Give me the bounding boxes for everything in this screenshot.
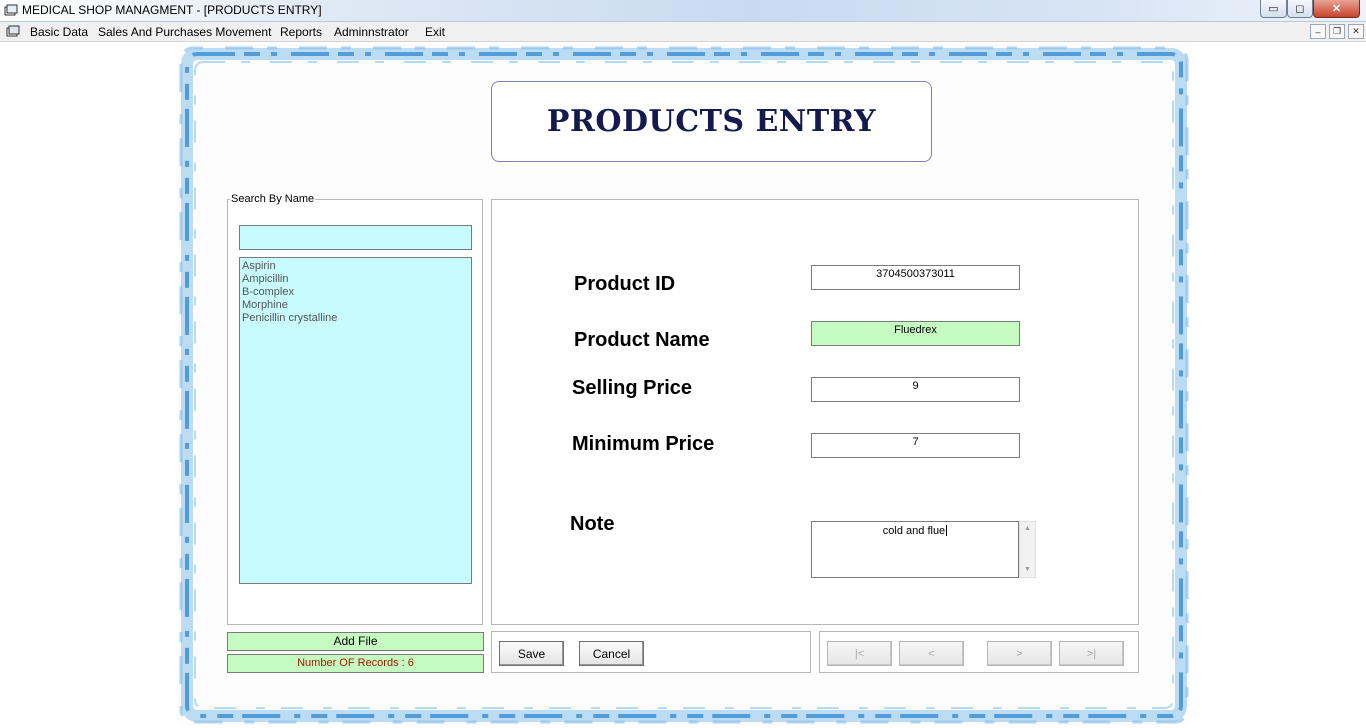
note-label: Note [570, 513, 615, 535]
menu-item-sales-purchases[interactable]: Sales And Purchases Movement [98, 25, 271, 39]
list-item[interactable]: Ampicillin [242, 273, 469, 286]
list-item[interactable]: B-complex [242, 286, 469, 299]
mdi-close-button[interactable]: ✕ [1348, 24, 1364, 39]
search-input[interactable] [239, 225, 472, 250]
last-record-button[interactable]: >| [1059, 641, 1124, 666]
text-caret [946, 525, 948, 536]
minimum-price-label: Minimum Price [572, 433, 715, 455]
minimum-price-field[interactable]: 7 [811, 433, 1020, 458]
document-icon[interactable] [6, 25, 20, 38]
previous-record-button[interactable]: < [899, 641, 964, 666]
next-record-button[interactable]: > [987, 641, 1052, 666]
list-item[interactable]: Penicillin crystalline [242, 312, 469, 325]
app-icon [4, 4, 18, 16]
close-button[interactable]: ✕ [1313, 0, 1360, 18]
cancel-button[interactable]: Cancel [579, 641, 644, 666]
menu-item-reports[interactable]: Reports [280, 25, 322, 39]
menu-item-basic-data[interactable]: Basic Data [30, 25, 88, 39]
page-title: PRODUCTS ENTRY [546, 104, 877, 139]
scroll-up-icon[interactable]: ▲ [1020, 523, 1035, 535]
menu-item-exit[interactable]: Exit [425, 25, 445, 39]
add-file-button[interactable]: Add File [227, 632, 484, 651]
menu-bar: Basic Data Sales And Purchases Movement … [0, 22, 1366, 42]
selling-price-field[interactable]: 9 [811, 377, 1020, 402]
note-field[interactable]: cold and flue [811, 521, 1019, 578]
search-group-legend: Search By Name [230, 193, 316, 205]
page-title-box: PRODUCTS ENTRY [491, 81, 932, 162]
menu-item-administrator[interactable]: Adminnstrator [334, 25, 409, 39]
note-scrollbar[interactable]: ▲ ▼ [1019, 521, 1036, 578]
minimize-icon: ▭ [1268, 3, 1279, 15]
close-icon: ✕ [1331, 3, 1342, 15]
save-button[interactable]: Save [499, 641, 564, 666]
minimize-button[interactable]: ▭ [1260, 0, 1287, 18]
maximize-icon: ◻ [1295, 3, 1305, 15]
restore-icon: ❐ [1332, 26, 1342, 36]
maximize-button[interactable]: ◻ [1287, 0, 1313, 18]
selling-price-label: Selling Price [572, 377, 693, 399]
product-name-field[interactable]: Fluedrex [811, 321, 1020, 346]
first-record-button[interactable]: |< [827, 641, 892, 666]
minimize-icon: – [1315, 26, 1321, 37]
scroll-down-icon[interactable]: ▼ [1020, 564, 1035, 576]
title-bar: MEDICAL SHOP MANAGMENT - [PRODUCTS ENTRY… [0, 0, 1366, 22]
mdi-minimize-button[interactable]: – [1310, 24, 1326, 39]
list-item[interactable]: Aspirin [242, 260, 469, 273]
mdi-restore-button[interactable]: ❐ [1329, 24, 1345, 39]
window-title: MEDICAL SHOP MANAGMENT - [PRODUCTS ENTRY… [22, 3, 322, 17]
records-count: Number OF Records : 6 [227, 654, 484, 673]
note-text: cold and flue [882, 525, 946, 537]
product-id-field[interactable]: 3704500373011 [811, 265, 1020, 290]
product-name-label: Product Name [574, 329, 710, 351]
product-id-label: Product ID [574, 273, 676, 295]
list-item[interactable]: Morphine [242, 299, 469, 312]
product-listbox[interactable]: Aspirin Ampicillin B-complex Morphine Pe… [239, 257, 472, 584]
close-icon: ✕ [1352, 26, 1360, 36]
